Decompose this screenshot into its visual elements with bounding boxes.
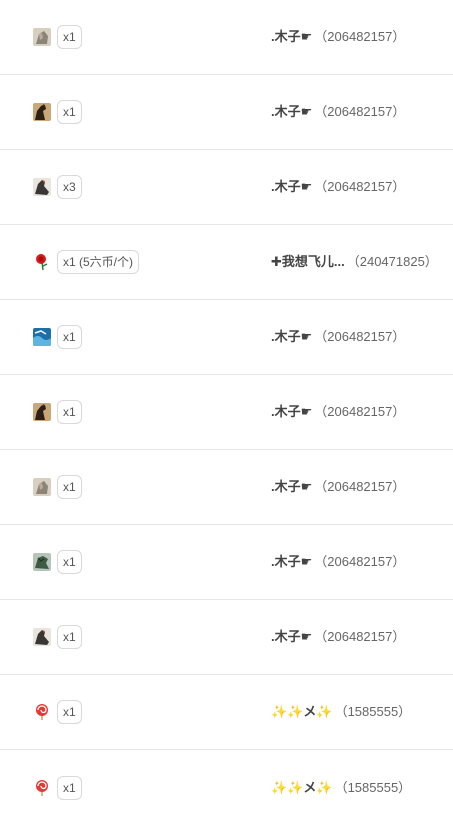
quantity-badge: x1 bbox=[57, 475, 82, 499]
sender-info: ✚我想飞儿... （240471825） bbox=[271, 252, 438, 272]
gift-horse-icon bbox=[33, 103, 51, 121]
quantity-badge: x1 bbox=[57, 25, 82, 49]
quantity-badge: x1 bbox=[57, 550, 82, 574]
gift-lollipop-icon bbox=[33, 778, 51, 797]
sender-info: .木子☛ （206482157） bbox=[271, 477, 405, 497]
sender-id: （206482157） bbox=[314, 29, 406, 44]
gift-record-row: x1 .木子☛ （206482157） bbox=[0, 525, 453, 600]
gift-dragon-icon bbox=[33, 553, 51, 571]
sender-info: ✨✨メ✨ （1585555） bbox=[271, 778, 411, 798]
sender-info: .木子☛ （206482157） bbox=[271, 177, 405, 197]
sender-name[interactable]: .木子☛ bbox=[271, 179, 312, 194]
sender-name[interactable]: .木子☛ bbox=[271, 29, 312, 44]
gift-horse-icon bbox=[33, 403, 51, 421]
quantity-badge: x3 bbox=[57, 175, 82, 199]
sender-info: .木子☛ （206482157） bbox=[271, 627, 405, 647]
sender-id: （1585555） bbox=[334, 779, 412, 795]
gift-record-row: x1 ✨✨メ✨ （1585555） bbox=[0, 750, 453, 825]
sender-id: （206482157） bbox=[314, 329, 406, 344]
sender-name[interactable]: .木子☛ bbox=[271, 554, 312, 569]
gift-record-list: x1 .木子☛ （206482157） x1 .木子☛ （206482157） x3… bbox=[0, 0, 453, 825]
sender-id: （206482157） bbox=[314, 479, 406, 494]
quantity-badge: x1 bbox=[57, 100, 82, 124]
sender-info: .木子☛ （206482157） bbox=[271, 27, 405, 47]
sender-name[interactable]: .木子☛ bbox=[271, 479, 312, 494]
sender-name[interactable]: .木子☛ bbox=[271, 329, 312, 344]
quantity-badge: x1 bbox=[57, 325, 82, 349]
quantity-badge: x1 bbox=[57, 400, 82, 424]
sender-name[interactable]: .木子☛ bbox=[271, 404, 312, 419]
sender-name[interactable]: .木子☛ bbox=[271, 104, 312, 119]
gift-rock-icon bbox=[33, 478, 51, 496]
sender-info: ✨✨メ✨ （1585555） bbox=[271, 702, 411, 722]
sender-name[interactable]: ✨✨メ✨ bbox=[271, 780, 333, 795]
sender-id: （206482157） bbox=[314, 554, 406, 569]
gift-record-row: x1 .木子☛ （206482157） bbox=[0, 600, 453, 675]
sender-id: （240471825） bbox=[346, 254, 438, 269]
sender-name[interactable]: ✨✨メ✨ bbox=[271, 704, 333, 719]
sender-id: （206482157） bbox=[314, 404, 406, 419]
sender-name[interactable]: ✚我想飞儿... bbox=[271, 254, 345, 269]
quantity-badge: x1 bbox=[57, 700, 82, 724]
gift-eagle-icon bbox=[33, 178, 51, 196]
sender-info: .木子☛ （206482157） bbox=[271, 552, 405, 572]
sender-info: .木子☛ （206482157） bbox=[271, 327, 405, 347]
quantity-badge: x1 (5六币/个) bbox=[57, 250, 140, 274]
sender-id: （1585555） bbox=[334, 704, 412, 719]
gift-eagle-icon bbox=[33, 628, 51, 646]
sender-id: （206482157） bbox=[314, 629, 406, 644]
quantity-badge: x1 bbox=[57, 775, 82, 800]
gift-record-row: x1 (5六币/个) ✚我想飞儿... （240471825） bbox=[0, 225, 453, 300]
sender-name[interactable]: .木子☛ bbox=[271, 629, 312, 644]
gift-record-row: x1 .木子☛ （206482157） bbox=[0, 0, 453, 75]
gift-lollipop-icon bbox=[33, 703, 51, 721]
gift-record-row: x1 .木子☛ （206482157） bbox=[0, 75, 453, 150]
sender-info: .木子☛ （206482157） bbox=[271, 402, 405, 422]
gift-rock-icon bbox=[33, 28, 51, 46]
gift-record-row: x3 .木子☛ （206482157） bbox=[0, 150, 453, 225]
gift-record-row: x1 ✨✨メ✨ （1585555） bbox=[0, 675, 453, 750]
gift-record-row: x1 .木子☛ （206482157） bbox=[0, 375, 453, 450]
sender-id: （206482157） bbox=[314, 104, 406, 119]
gift-record-row: x1 .木子☛ （206482157） bbox=[0, 300, 453, 375]
gift-rose-icon bbox=[33, 253, 51, 271]
sender-id: （206482157） bbox=[314, 179, 406, 194]
quantity-badge: x1 bbox=[57, 625, 82, 649]
gift-record-row: x1 .木子☛ （206482157） bbox=[0, 450, 453, 525]
gift-wave-icon bbox=[33, 328, 51, 346]
sender-info: .木子☛ （206482157） bbox=[271, 102, 405, 122]
